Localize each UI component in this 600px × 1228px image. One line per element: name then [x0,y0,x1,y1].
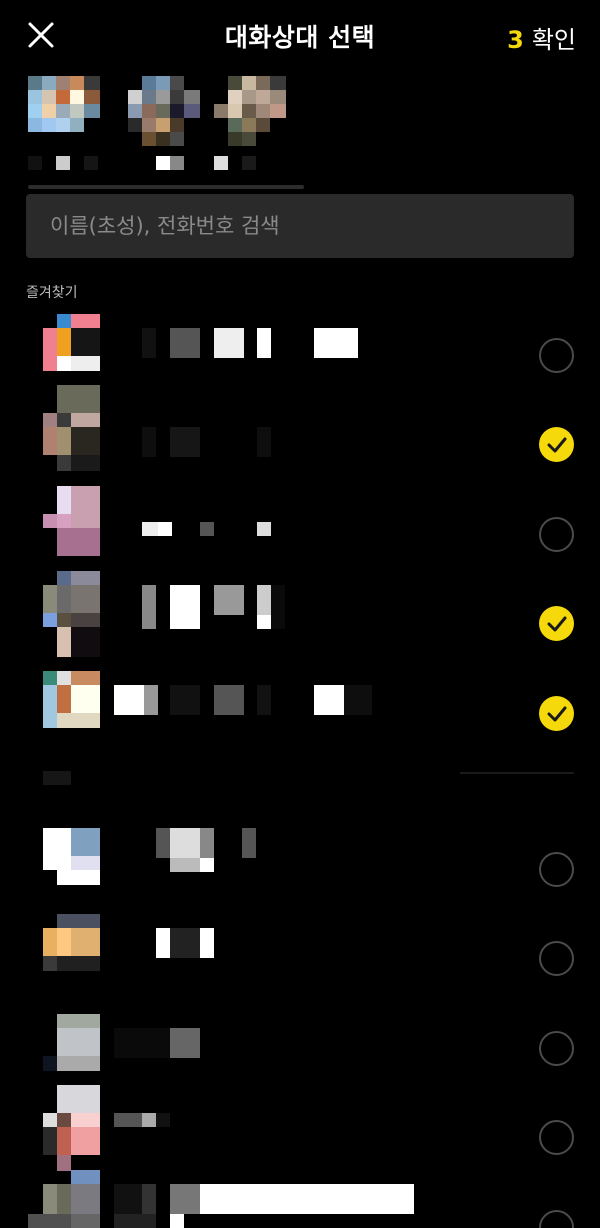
contact-avatar [43,1085,100,1171]
strip-scrollbar[interactable] [28,185,304,189]
select-checkbox[interactable] [539,696,574,731]
contact-avatar [43,486,100,556]
contact-name [114,1184,414,1228]
contact-row[interactable] [0,1085,600,1171]
contact-row[interactable] [0,385,600,471]
check-icon [547,706,566,721]
section-divider [460,772,574,774]
contact-row[interactable] [0,571,600,657]
contact-avatar [43,1014,100,1071]
search-box[interactable] [26,194,574,258]
contact-avatar [43,828,100,885]
confirm-button[interactable]: 3 확인 [507,20,576,55]
contact-name [114,1113,170,1127]
contact-row[interactable] [0,1014,600,1094]
contact-avatar [43,671,100,728]
selected-contact-avatar[interactable] [128,76,200,176]
contact-name [142,522,271,536]
contact-avatar [43,571,100,657]
select-checkbox[interactable] [539,1031,574,1066]
selected-contact-avatar[interactable] [28,76,100,176]
contact-name [142,585,285,629]
contact-avatar [28,1170,100,1228]
selected-contact-avatar[interactable] [214,76,286,176]
contact-name [114,685,372,715]
contact-name [156,928,214,958]
contact-name [114,1028,200,1058]
friends-section-label [43,771,71,785]
contact-avatar [43,385,100,471]
select-checkbox[interactable] [539,1120,574,1155]
confirm-label: 확인 [531,26,576,54]
select-checkbox[interactable] [539,941,574,976]
contact-row[interactable] [0,828,600,908]
select-checkbox[interactable] [539,1210,574,1228]
contact-row[interactable] [0,314,600,394]
selected-count: 3 [507,26,524,54]
check-icon [547,437,566,452]
contact-row[interactable] [0,486,600,566]
select-checkbox[interactable] [539,338,574,373]
contact-avatar [43,314,100,371]
contact-row[interactable] [0,914,600,994]
header: 대화상대 선택 3 확인 [0,0,600,72]
selected-contacts-strip[interactable] [28,76,304,190]
select-checkbox[interactable] [539,606,574,641]
select-checkbox[interactable] [539,427,574,462]
contact-name [156,828,256,872]
contact-avatar [43,914,100,971]
favorites-section-label: 즐겨찾기 [26,285,78,301]
contact-row[interactable] [0,671,600,751]
contact-name [142,427,271,457]
check-icon [547,616,566,631]
select-checkbox[interactable] [539,517,574,552]
search-input[interactable] [26,194,574,258]
select-checkbox[interactable] [539,852,574,887]
contact-name [142,328,358,358]
contact-row[interactable] [0,1170,600,1228]
